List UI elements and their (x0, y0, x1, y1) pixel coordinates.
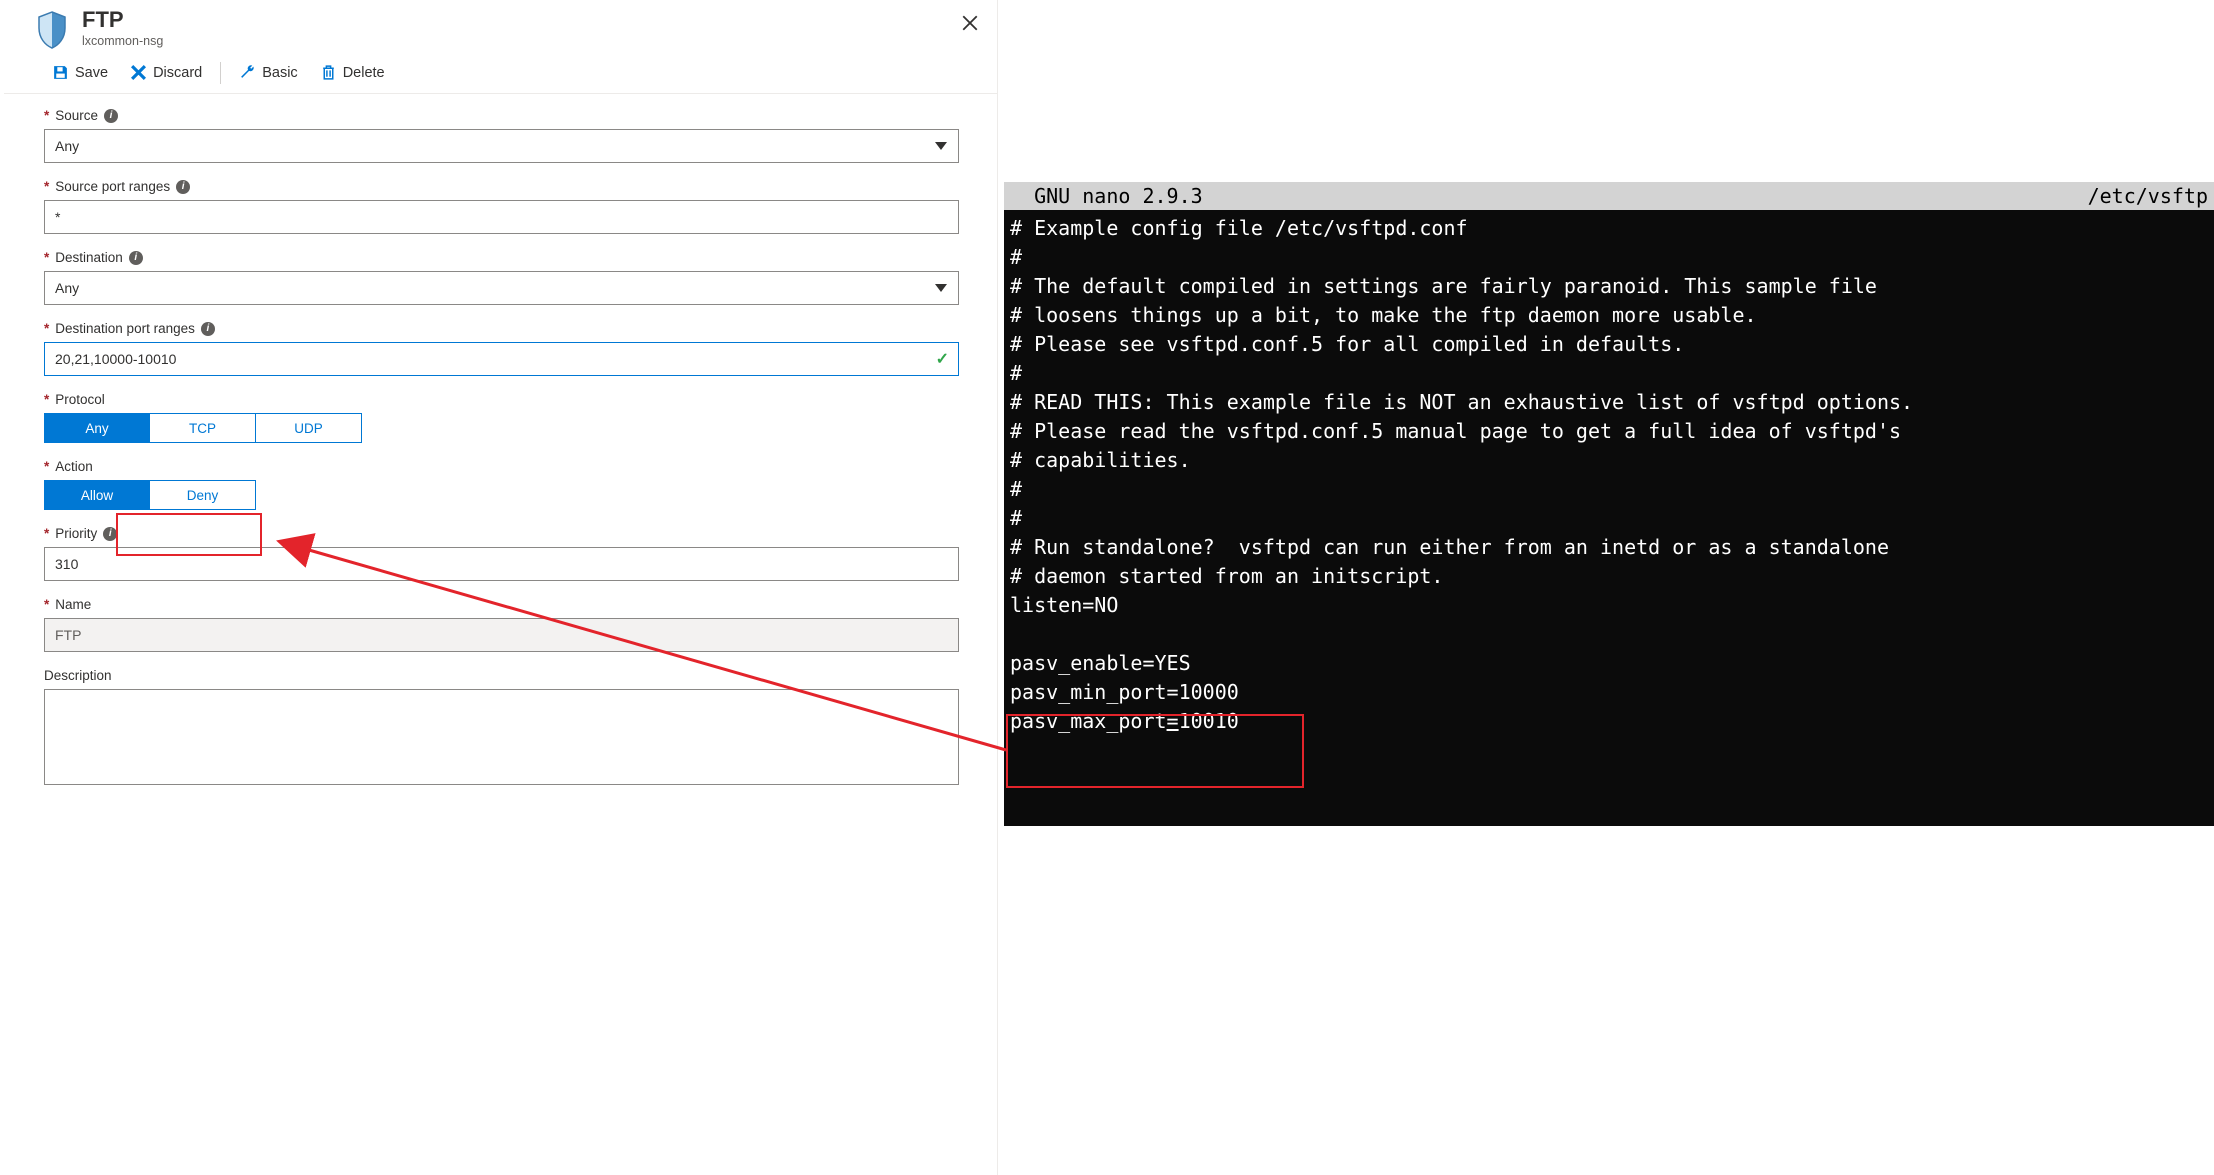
destination-select[interactable]: Any (44, 271, 959, 305)
protocol-option-any[interactable]: Any (44, 413, 150, 443)
trash-icon (320, 64, 337, 81)
save-button[interactable]: Save (44, 60, 116, 85)
command-separator (220, 62, 221, 84)
action-field: * Action Allow Deny (44, 459, 959, 510)
delete-label: Delete (343, 65, 385, 81)
destination-field: * Destination i Any (44, 250, 959, 305)
source-port-ranges-input[interactable] (44, 200, 959, 234)
name-label: Name (55, 597, 91, 612)
info-icon[interactable]: i (104, 109, 118, 123)
discard-label: Discard (153, 65, 202, 81)
description-field: Description (44, 668, 959, 788)
basic-label: Basic (262, 65, 297, 81)
info-icon[interactable]: i (176, 180, 190, 194)
required-marker: * (44, 108, 49, 123)
priority-field: * Priority i (44, 526, 959, 581)
info-icon[interactable]: i (129, 251, 143, 265)
name-field: * Name (44, 597, 959, 652)
panel-title: FTP (82, 8, 163, 32)
destination-port-ranges-label: Destination port ranges (55, 321, 195, 336)
nsg-rule-panel: FTP lxcommon-nsg Save Discard (0, 0, 998, 1175)
destination-port-ranges-field: * Destination port ranges i ✓ (44, 321, 959, 376)
required-marker: * (44, 179, 49, 194)
required-marker: * (44, 526, 49, 541)
destination-port-ranges-input[interactable] (44, 342, 959, 376)
save-icon (52, 64, 69, 81)
protocol-option-tcp[interactable]: TCP (150, 413, 256, 443)
delete-button[interactable]: Delete (312, 60, 393, 85)
priority-label: Priority (55, 526, 97, 541)
required-marker: * (44, 250, 49, 265)
required-marker: * (44, 392, 49, 407)
wrench-icon (239, 64, 256, 81)
save-label: Save (75, 65, 108, 81)
source-label: Source (55, 108, 98, 123)
name-input (44, 618, 959, 652)
command-bar: Save Discard Basic Delete (4, 56, 997, 93)
description-label: Description (44, 668, 112, 683)
destination-label: Destination (55, 250, 123, 265)
protocol-field: * Protocol Any TCP UDP (44, 392, 959, 443)
source-port-ranges-field: * Source port ranges i (44, 179, 959, 234)
priority-input[interactable] (44, 547, 959, 581)
info-icon[interactable]: i (201, 322, 215, 336)
action-option-deny[interactable]: Deny (150, 480, 256, 510)
discard-button[interactable]: Discard (122, 60, 210, 85)
discard-icon (130, 64, 147, 81)
required-marker: * (44, 459, 49, 474)
action-option-allow[interactable]: Allow (44, 480, 150, 510)
action-label: Action (55, 459, 93, 474)
panel-header: FTP lxcommon-nsg (4, 0, 997, 56)
protocol-option-udp[interactable]: UDP (256, 413, 362, 443)
description-textarea[interactable] (44, 689, 959, 785)
terminal-content[interactable]: # Example config file /etc/vsftpd.conf #… (1004, 210, 2214, 826)
protocol-label: Protocol (55, 392, 105, 407)
info-icon[interactable]: i (103, 527, 117, 541)
terminal-titlebar: GNU nano 2.9.3 /etc/vsftp (1004, 182, 2214, 210)
terminal-file-path: /etc/vsftp (2088, 184, 2208, 208)
source-port-ranges-label: Source port ranges (55, 179, 170, 194)
close-button[interactable] (961, 14, 979, 38)
panel-subtitle: lxcommon-nsg (82, 34, 163, 48)
basic-button[interactable]: Basic (231, 60, 305, 85)
shield-icon (36, 10, 68, 48)
source-select[interactable]: Any (44, 129, 959, 163)
terminal-panel: GNU nano 2.9.3 /etc/vsftp # Example conf… (998, 0, 2214, 1175)
required-marker: * (44, 321, 49, 336)
required-marker: * (44, 597, 49, 612)
terminal-app-name: GNU nano 2.9.3 (1010, 184, 1203, 208)
source-field: * Source i Any (44, 108, 959, 163)
